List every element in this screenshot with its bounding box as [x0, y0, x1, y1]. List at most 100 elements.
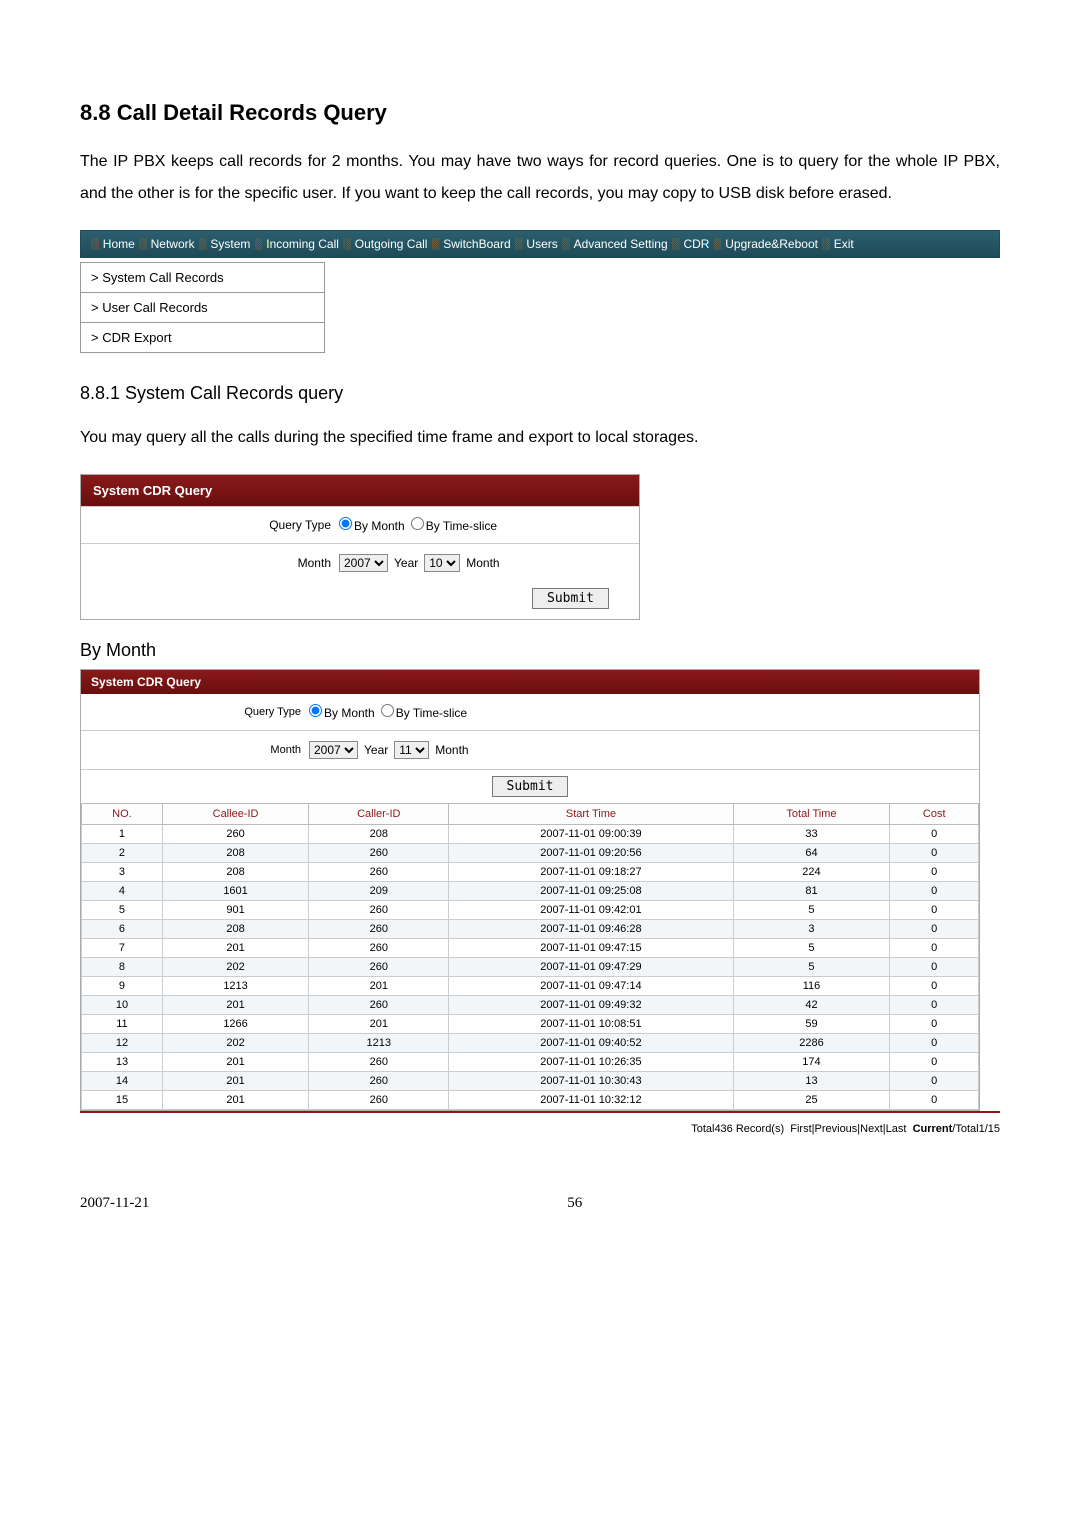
table-cell: 0 — [890, 1053, 979, 1072]
table-cell: 209 — [309, 882, 449, 901]
radio-by-month[interactable]: By Month — [339, 517, 405, 533]
submit-button[interactable]: Submit — [492, 776, 569, 797]
nav-upgrade-reboot[interactable]: Upgrade&Reboot — [725, 237, 818, 251]
table-cell: 5 — [733, 939, 890, 958]
table-cell: 260 — [162, 825, 308, 844]
table-cell: 2007-11-01 09:42:01 — [449, 901, 733, 920]
table-cell: 15 — [82, 1091, 163, 1110]
nav-separator-icon: ░ — [822, 238, 830, 250]
year-select[interactable]: 2007 — [339, 554, 388, 572]
radio-by-timeslice-input[interactable] — [411, 517, 424, 530]
nav-home[interactable]: Home — [103, 237, 135, 251]
menu-system-call-records[interactable]: > System Call Records — [81, 263, 324, 293]
table-cell: 260 — [309, 863, 449, 882]
table-header: Total Time — [733, 804, 890, 825]
table-cell: 260 — [309, 1091, 449, 1110]
table-cell: 0 — [890, 996, 979, 1015]
table-cell: 8 — [82, 958, 163, 977]
table-cell: 208 — [162, 844, 308, 863]
table-header: Start Time — [449, 804, 733, 825]
table-cell: 4 — [82, 882, 163, 901]
radio-by-timeslice-label: By Time-slice — [396, 706, 467, 720]
table-cell: 202 — [162, 958, 308, 977]
table-row: 59012602007-11-01 09:42:0150 — [82, 901, 979, 920]
table-cell: 0 — [890, 863, 979, 882]
table-cell: 2007-11-01 09:18:27 — [449, 863, 733, 882]
table-cell: 81 — [733, 882, 890, 901]
table-row: 132012602007-11-01 10:26:351740 — [82, 1053, 979, 1072]
pager-current: Current — [913, 1123, 953, 1135]
table-header: Callee-ID — [162, 804, 308, 825]
nav-separator-icon: ░ — [254, 238, 262, 250]
table-cell: 201 — [309, 1015, 449, 1034]
nav-system[interactable]: System — [210, 237, 250, 251]
nav-switchboard[interactable]: SwitchBoard — [443, 237, 510, 251]
nav-advanced-setting[interactable]: Advanced Setting — [574, 237, 668, 251]
nav-separator-icon: ░ — [713, 238, 721, 250]
table-cell: 0 — [890, 825, 979, 844]
nav-users[interactable]: Users — [526, 237, 557, 251]
nav-cdr[interactable]: CDR — [683, 237, 709, 251]
radio-by-month-input[interactable] — [339, 517, 352, 530]
table-cell: 2 — [82, 844, 163, 863]
table-cell: 260 — [309, 939, 449, 958]
table-cell: 9 — [82, 977, 163, 996]
query-type-label: Query Type — [89, 518, 339, 532]
month-select[interactable]: 11 — [394, 741, 429, 759]
table-cell: 2007-11-01 09:47:29 — [449, 958, 733, 977]
radio-by-month-label: By Month — [354, 519, 405, 533]
pager-tail: /Total1/15 — [952, 1123, 1000, 1135]
table-cell: 260 — [309, 958, 449, 977]
radio-by-month[interactable]: By Month — [309, 704, 375, 720]
table-cell: 5 — [733, 901, 890, 920]
month-select[interactable]: 10 — [424, 554, 460, 572]
cdr-table: NO.Callee-IDCaller-IDStart TimeTotal Tim… — [81, 803, 979, 1110]
submit-button[interactable]: Submit — [532, 588, 609, 609]
page-footer: 2007-11-21 56 — [80, 1195, 1000, 1212]
table-cell: 5 — [733, 958, 890, 977]
nav-outgoing-call[interactable]: Outgoing Call — [355, 237, 428, 251]
table-cell: 260 — [309, 1053, 449, 1072]
table-cell: 260 — [309, 996, 449, 1015]
pager-links[interactable]: First|Previous|Next|Last — [790, 1123, 906, 1135]
total-records: Total436 Record(s) — [691, 1123, 784, 1135]
radio-by-timeslice[interactable]: By Time-slice — [411, 517, 497, 533]
nav-incoming-call[interactable]: Incoming Call — [266, 237, 339, 251]
table-cell: 0 — [890, 901, 979, 920]
cdr-side-menu: > System Call Records > User Call Record… — [80, 262, 325, 353]
table-cell: 201 — [162, 1053, 308, 1072]
section-heading: 8.8 Call Detail Records Query — [80, 100, 1000, 126]
radio-by-month-input[interactable] — [309, 704, 322, 717]
table-row: 912132012007-11-01 09:47:141160 — [82, 977, 979, 996]
table-cell: 0 — [890, 1091, 979, 1110]
table-cell: 201 — [309, 977, 449, 996]
radio-by-timeslice-input[interactable] — [381, 704, 394, 717]
table-cell: 0 — [890, 939, 979, 958]
table-cell: 5 — [82, 901, 163, 920]
radio-by-timeslice[interactable]: By Time-slice — [381, 704, 467, 720]
table-cell: 2007-11-01 10:32:12 — [449, 1091, 733, 1110]
table-row: 82022602007-11-01 09:47:2950 — [82, 958, 979, 977]
subsection-text: You may query all the calls during the s… — [80, 422, 1000, 454]
menu-cdr-export[interactable]: > CDR Export — [81, 323, 324, 352]
menu-user-call-records[interactable]: > User Call Records — [81, 293, 324, 323]
table-cell: 0 — [890, 1072, 979, 1091]
subsection-heading: 8.8.1 System Call Records query — [80, 383, 1000, 404]
table-cell: 0 — [890, 958, 979, 977]
table-row: 1112662012007-11-01 10:08:51590 — [82, 1015, 979, 1034]
table-row: 62082602007-11-01 09:46:2830 — [82, 920, 979, 939]
panel-title: System CDR Query — [81, 670, 979, 694]
nav-network[interactable]: Network — [151, 237, 195, 251]
month-label: Month — [89, 744, 309, 756]
nav-exit[interactable]: Exit — [834, 237, 854, 251]
table-row: 32082602007-11-01 09:18:272240 — [82, 863, 979, 882]
table-row: 102012602007-11-01 09:49:32420 — [82, 996, 979, 1015]
month-suffix: Month — [466, 556, 499, 570]
nav-separator-icon: ░ — [431, 238, 439, 250]
table-cell: 7 — [82, 939, 163, 958]
table-cell: 2007-11-01 09:47:14 — [449, 977, 733, 996]
intro-text: The IP PBX keeps call records for 2 mont… — [80, 146, 1000, 210]
table-cell: 2007-11-01 10:08:51 — [449, 1015, 733, 1034]
year-select[interactable]: 2007 — [309, 741, 358, 759]
table-row: 1220212132007-11-01 09:40:5222860 — [82, 1034, 979, 1053]
